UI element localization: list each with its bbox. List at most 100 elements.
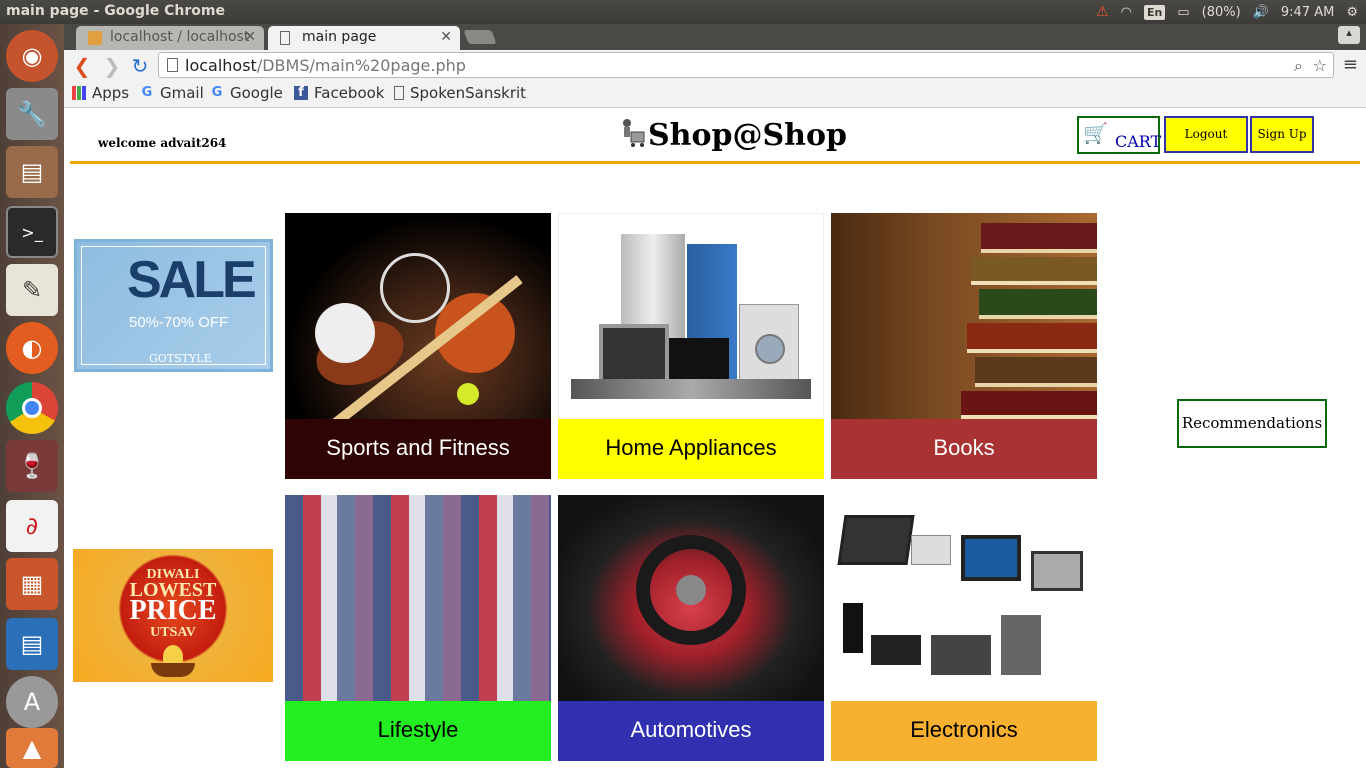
text-editor-icon[interactable]: ✎ — [6, 264, 58, 316]
welcome-text: welcome advait264 — [98, 136, 227, 150]
firefox-icon[interactable]: ◐ — [6, 322, 58, 374]
pdf-viewer-icon[interactable]: ∂ — [6, 500, 58, 552]
forward-button[interactable]: ❯ — [100, 54, 124, 78]
browser-window: localhost / localhost ✕ main page ✕ ▴ ❮ … — [64, 24, 1366, 768]
warning-icon[interactable]: ⚠ — [1096, 4, 1109, 20]
facebook-icon: f — [294, 86, 308, 100]
category-label: Sports and Fitness — [285, 419, 551, 479]
settings-gear-icon[interactable]: ⚙ — [1346, 5, 1358, 20]
zoom-icon[interactable]: ⌕ — [1294, 56, 1303, 76]
google-g-icon: G — [211, 85, 223, 100]
tab-strip: localhost / localhost ✕ main page ✕ ▴ — [64, 24, 1366, 50]
ad-headline: SALE — [127, 251, 257, 309]
volume-icon[interactable]: 🔊 — [1253, 5, 1269, 20]
page-info-icon[interactable] — [167, 58, 178, 72]
signup-button[interactable]: Sign Up — [1250, 116, 1314, 153]
cart-button[interactable]: 🛒 CART — [1077, 116, 1161, 154]
chrome-icon[interactable] — [6, 382, 58, 434]
software-updater-icon[interactable]: A — [6, 676, 58, 728]
category-tile-automotives[interactable]: Automotives — [558, 495, 824, 761]
file-manager-icon[interactable]: ▤ — [6, 146, 58, 198]
bookmark-star-icon[interactable]: ☆ — [1313, 56, 1327, 75]
tab-close-icon[interactable]: ✕ — [440, 29, 452, 45]
bookmark-label: SpokenSanskrit — [410, 84, 527, 102]
new-tab-button[interactable] — [463, 30, 497, 44]
bookmark-label: Google — [230, 84, 283, 102]
google-g-icon: G — [141, 85, 153, 100]
software-center-icon[interactable]: ▲ — [6, 728, 58, 768]
system-tray: ⚠ ◠ En ▭ (80%) 🔊 9:47 AM ⚙ — [1096, 0, 1358, 24]
car-interior-image — [558, 495, 824, 701]
shopper-logo-icon — [618, 118, 646, 148]
category-tile-lifestyle[interactable]: Lifestyle — [285, 495, 551, 761]
ubuntu-launcher: ◉ 🔧 ▤ >_ ✎ ◐ 🍷 ∂ ▦ ▤ A ▲ — [0, 24, 64, 768]
bookmark-label: Apps — [92, 84, 130, 102]
writer-icon[interactable]: ▤ — [6, 618, 58, 670]
ubuntu-dash-icon[interactable]: ◉ — [6, 30, 58, 82]
back-button[interactable]: ❮ — [70, 54, 94, 78]
books-stack-image — [831, 213, 1097, 419]
language-indicator[interactable]: En — [1144, 4, 1166, 20]
battery-percent: (80%) — [1201, 4, 1241, 20]
bookmarks-bar: Apps G Gmail G Google f Facebook SpokenS… — [64, 82, 1366, 108]
ad-line: PRICE — [129, 595, 217, 626]
site-brand[interactable]: Shop@Shop — [648, 118, 847, 153]
profile-button[interactable]: ▴ — [1338, 26, 1360, 44]
ad-offer: 50%-70% OFF — [129, 314, 229, 331]
browser-toolbar: ❮ ❯ ↻ localhost/DBMS/main%20page.php ⌕ ☆… — [64, 50, 1366, 82]
tab-close-icon[interactable]: ✕ — [244, 29, 256, 45]
ad-line: UTSAV — [150, 625, 196, 640]
electronics-image — [831, 495, 1097, 701]
ad-brand: GOTSTYLE — [149, 352, 212, 365]
category-tile-sports[interactable]: Sports and Fitness — [285, 213, 551, 479]
system-settings-icon[interactable]: 🔧 — [6, 88, 58, 140]
apps-grid-icon — [72, 86, 86, 100]
category-label: Lifestyle — [285, 701, 551, 761]
diya-lamp-icon — [151, 663, 195, 677]
chrome-menu-icon[interactable]: ≡ — [1343, 54, 1358, 75]
category-tile-home-appliances[interactable]: Home Appliances — [558, 213, 824, 479]
page-icon — [280, 31, 290, 45]
os-top-panel: main page - Google Chrome ⚠ ◠ En ▭ (80%)… — [0, 0, 1366, 24]
category-label: Home Appliances — [558, 419, 824, 479]
url-host: localhost — [185, 56, 257, 75]
web-page: welcome advait264 Shop@Shop 🛒 CART Logou… — [64, 109, 1366, 768]
diwali-banner-ad[interactable]: DIWALI LOWEST PRICE UTSAV — [73, 549, 273, 682]
page-icon — [394, 86, 404, 100]
home-appliances-image — [558, 213, 824, 419]
phpmyadmin-icon — [88, 31, 102, 45]
tab-label: main page — [302, 29, 377, 45]
shirts-image — [285, 495, 551, 701]
bookmark-apps[interactable]: Apps — [72, 84, 129, 102]
wifi-icon[interactable]: ◠ — [1121, 5, 1132, 20]
bookmark-facebook[interactable]: f Facebook — [294, 84, 384, 102]
tab-label: localhost / localhost — [110, 29, 250, 45]
site-header: welcome advait264 Shop@Shop 🛒 CART Logou… — [70, 109, 1360, 164]
bookmark-google[interactable]: G Google — [210, 84, 283, 102]
recommendations-button[interactable]: Recommendations — [1177, 399, 1327, 448]
category-label: Books — [831, 419, 1097, 479]
wine-icon[interactable]: 🍷 — [6, 440, 58, 492]
impress-icon[interactable]: ▦ — [6, 558, 58, 610]
window-title: main page - Google Chrome — [6, 3, 225, 19]
clock[interactable]: 9:47 AM — [1281, 5, 1334, 20]
bookmark-spokensanskrit[interactable]: SpokenSanskrit — [394, 84, 526, 102]
tab-main-page[interactable]: main page ✕ — [268, 26, 460, 50]
category-label: Electronics — [831, 701, 1097, 761]
logout-button[interactable]: Logout — [1164, 116, 1248, 153]
cart-icon: 🛒 — [1083, 121, 1108, 145]
sale-banner-ad[interactable]: SALE 50%-70% OFF GOTSTYLE — [74, 239, 273, 372]
bookmark-label: Gmail — [160, 84, 204, 102]
category-tile-electronics[interactable]: Electronics — [831, 495, 1097, 761]
category-tile-books[interactable]: Books — [831, 213, 1097, 479]
bookmark-gmail[interactable]: G Gmail — [140, 84, 204, 102]
address-bar[interactable]: localhost/DBMS/main%20page.php ⌕ ☆ — [158, 52, 1334, 78]
battery-icon[interactable]: ▭ — [1177, 5, 1189, 20]
terminal-icon[interactable]: >_ — [6, 206, 58, 258]
tab-localhost[interactable]: localhost / localhost ✕ — [76, 26, 264, 50]
bookmark-label: Facebook — [314, 84, 385, 102]
category-label: Automotives — [558, 701, 824, 761]
sports-equipment-image — [285, 213, 551, 431]
url-path: /DBMS/main%20page.php — [256, 56, 466, 75]
reload-button[interactable]: ↻ — [128, 54, 152, 78]
